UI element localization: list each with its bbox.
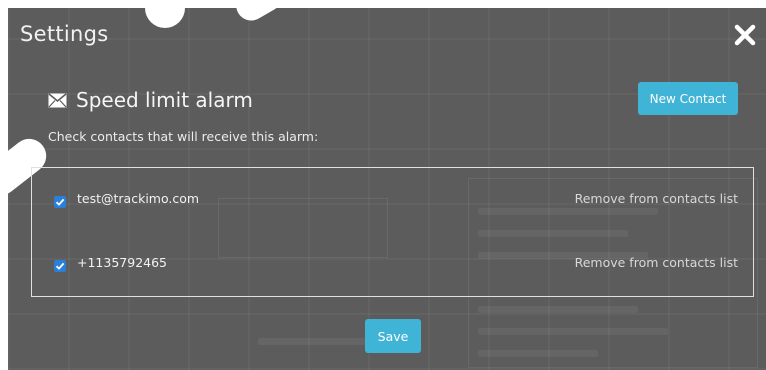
remove-contact-link[interactable]: Remove from contacts list xyxy=(575,254,738,272)
contacts-list: test@trackimo.com Remove from contacts l… xyxy=(31,167,754,297)
contact-row: +1135792465 Remove from contacts list xyxy=(32,254,753,276)
contact-row: test@trackimo.com Remove from contacts l… xyxy=(32,190,753,212)
instructions-text: Check contacts that will receive this al… xyxy=(48,129,319,144)
settings-dialog: Settings Speed limit alarm New Contact C… xyxy=(8,8,766,370)
contact-label: +1135792465 xyxy=(77,255,168,270)
save-button[interactable]: Save xyxy=(365,319,421,353)
close-icon[interactable] xyxy=(734,24,756,46)
dialog-title: Settings xyxy=(20,22,109,46)
alarm-header: Speed limit alarm xyxy=(48,88,253,112)
mail-icon xyxy=(48,92,67,108)
alarm-title: Speed limit alarm xyxy=(76,88,253,112)
remove-contact-link[interactable]: Remove from contacts list xyxy=(575,190,738,208)
new-contact-button[interactable]: New Contact xyxy=(638,82,738,115)
contact-checkbox[interactable] xyxy=(54,196,66,208)
contact-checkbox[interactable] xyxy=(54,260,66,272)
contact-label: test@trackimo.com xyxy=(77,191,200,206)
